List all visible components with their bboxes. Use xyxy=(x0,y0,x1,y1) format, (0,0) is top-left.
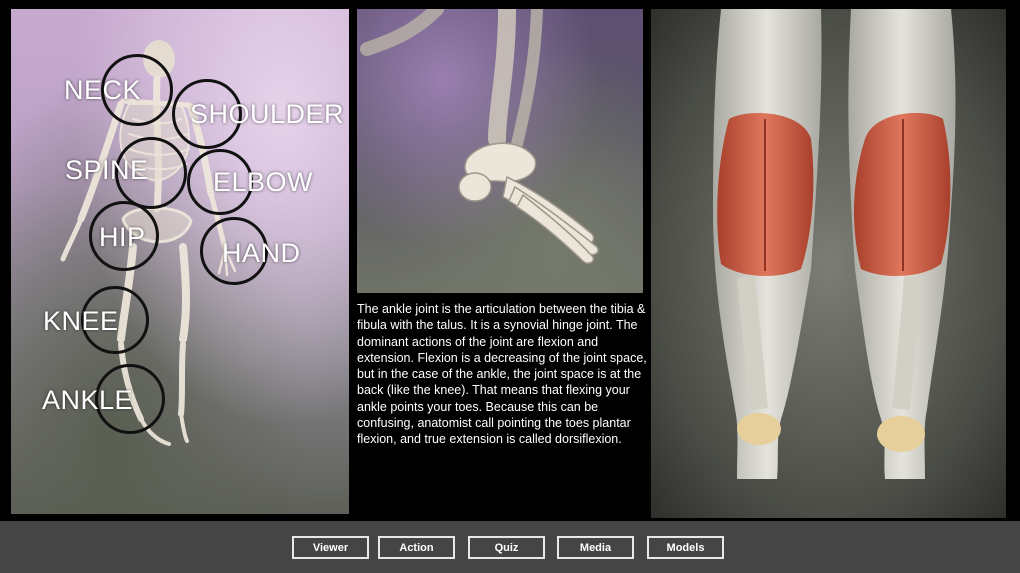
joint-label-elbow[interactable]: ELBOW xyxy=(213,167,313,198)
action-button[interactable]: Action xyxy=(378,536,455,559)
quiz-button[interactable]: Quiz xyxy=(468,536,545,559)
joint-label-spine[interactable]: SPINE xyxy=(65,155,149,186)
bottom-app-bar: Viewer Action Quiz Media Models xyxy=(0,521,1020,573)
media-button[interactable]: Media xyxy=(557,536,634,559)
joint-label-hip[interactable]: HIP xyxy=(99,222,146,253)
joint-label-ankle[interactable]: ANKLE xyxy=(42,385,133,416)
viewer-button[interactable]: Viewer xyxy=(292,536,369,559)
foot-bones-illustration xyxy=(360,9,599,264)
ankle-model-view xyxy=(357,9,643,293)
joint-label-hand[interactable]: HAND xyxy=(222,238,301,269)
joint-label-neck[interactable]: NECK xyxy=(64,75,141,106)
calf-muscles-illustration xyxy=(713,9,956,479)
calf-muscle-view xyxy=(651,9,1006,518)
skeleton-viewer: NECK SHOULDER SPINE ELBOW HIP HAND KNEE … xyxy=(11,9,349,514)
models-button[interactable]: Models xyxy=(647,536,724,559)
joint-label-shoulder[interactable]: SHOULDER xyxy=(190,99,344,130)
joint-label-knee[interactable]: KNEE xyxy=(43,306,119,337)
joint-description: The ankle joint is the articulation betw… xyxy=(357,302,647,447)
